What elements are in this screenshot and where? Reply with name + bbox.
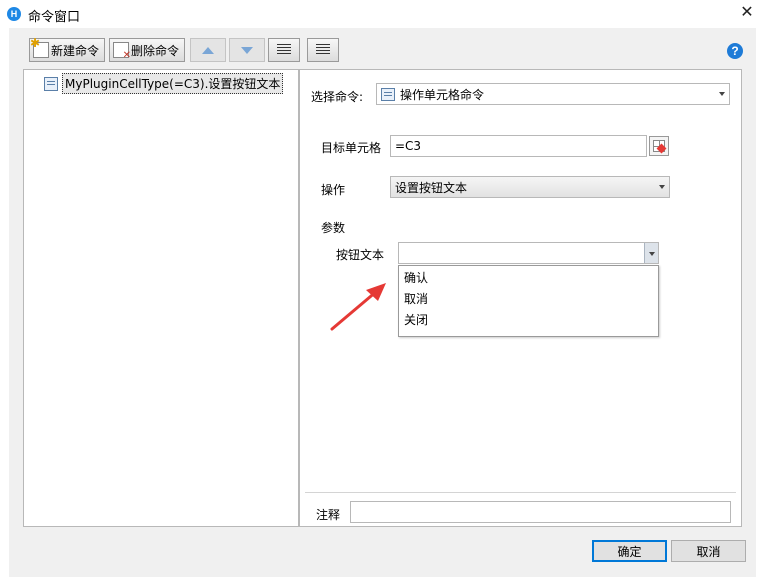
option-cancel[interactable]: 取消 <box>399 289 658 310</box>
button-text-label: 按钮文本 <box>336 248 385 262</box>
delete-command-icon <box>113 42 131 61</box>
title-bar: H 命令窗口 ✕ <box>0 0 766 28</box>
operation-value: 设置按钮文本 <box>395 180 468 195</box>
ok-button[interactable]: 确定 <box>592 540 667 562</box>
command-settings-panel: 选择命令: 操作单元格命令 目标单元格 =C3 操作 设置按钮文本 参数 按钮文… <box>299 69 742 527</box>
dialog-client: 新建命令 删除命令 ? MyPluginCellType(=C3).设置按钮文本… <box>9 28 756 577</box>
indent-icon <box>277 44 291 56</box>
arrow-down-icon <box>241 46 253 54</box>
option-close[interactable]: 关闭 <box>399 310 658 331</box>
app-logo-icon: H <box>7 7 21 21</box>
option-confirm[interactable]: 确认 <box>399 268 658 289</box>
button-text-options-list: 确认 取消 关闭 <box>398 265 659 337</box>
close-icon[interactable]: ✕ <box>738 3 756 21</box>
cancel-button[interactable]: 取消 <box>671 540 746 562</box>
outdent-icon <box>316 44 330 56</box>
help-icon[interactable]: ? <box>727 43 743 59</box>
select-command-label: 选择命令: <box>311 90 364 104</box>
dropdown-button[interactable] <box>644 243 658 263</box>
note-input[interactable] <box>350 501 731 523</box>
command-icon <box>44 76 58 91</box>
select-command-dropdown[interactable]: 操作单元格命令 <box>376 83 730 105</box>
tree-item-label: MyPluginCellType(=C3).设置按钮文本 <box>62 73 284 94</box>
tree-item[interactable]: MyPluginCellType(=C3).设置按钮文本 <box>44 73 284 94</box>
cell-command-icon <box>381 87 395 101</box>
target-cell-value: =C3 <box>395 139 422 153</box>
chevron-down-icon <box>719 92 725 96</box>
cell-picker-icon[interactable] <box>649 136 669 156</box>
params-label: 参数 <box>321 221 346 235</box>
delete-command-label: 删除命令 <box>131 43 180 58</box>
new-command-icon <box>30 36 49 58</box>
operation-dropdown[interactable]: 设置按钮文本 <box>390 176 670 198</box>
chevron-down-icon <box>659 185 665 189</box>
move-up-button[interactable] <box>190 38 226 62</box>
divider <box>305 492 736 493</box>
select-command-value: 操作单元格命令 <box>400 87 485 102</box>
delete-command-button[interactable]: 删除命令 <box>109 38 185 62</box>
window-title: 命令窗口 <box>28 10 81 25</box>
move-down-button[interactable] <box>229 38 265 62</box>
operation-label: 操作 <box>321 183 346 197</box>
command-tree[interactable]: MyPluginCellType(=C3).设置按钮文本 <box>23 69 299 527</box>
arrow-up-icon <box>202 46 214 54</box>
note-label: 注释 <box>316 508 341 522</box>
new-command-button[interactable]: 新建命令 <box>29 36 105 62</box>
outdent-button[interactable] <box>307 38 339 62</box>
new-command-label: 新建命令 <box>51 43 100 58</box>
indent-button[interactable] <box>268 38 300 62</box>
target-cell-label: 目标单元格 <box>321 141 382 155</box>
target-cell-input[interactable]: =C3 <box>390 135 647 157</box>
button-text-combobox[interactable] <box>398 242 659 264</box>
